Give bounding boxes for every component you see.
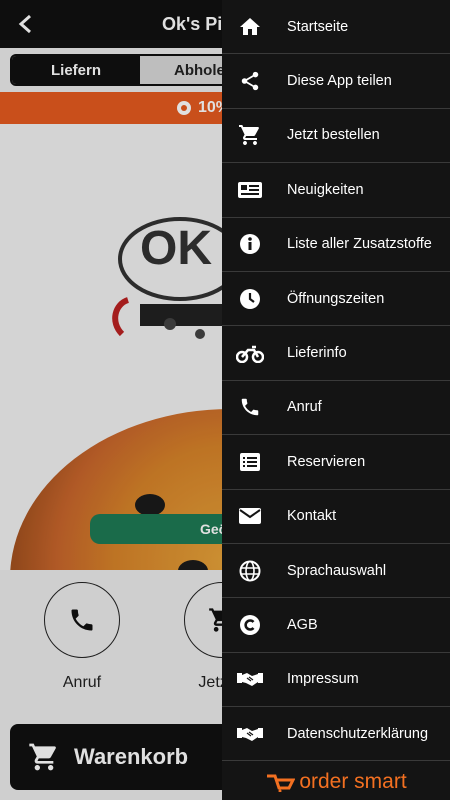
home-icon xyxy=(234,11,266,43)
info-icon xyxy=(234,228,266,260)
motorcycle-icon xyxy=(234,337,266,369)
order-smart-logo-icon xyxy=(267,774,296,792)
copyright-icon xyxy=(234,609,266,641)
menu-item-label: Diese App teilen xyxy=(287,73,392,90)
menu-item-language[interactable]: Sprachauswahl xyxy=(222,544,450,599)
menu-item-label: AGB xyxy=(287,616,318,633)
menu-item-agb[interactable]: AGB xyxy=(222,598,450,653)
menu-item-label: Öffnungszeiten xyxy=(287,290,385,307)
menu-item-label: Sprachauswahl xyxy=(287,562,387,579)
menu-item-label: Startseite xyxy=(287,18,349,35)
menu-item-label: Anruf xyxy=(287,399,322,416)
cart-icon xyxy=(234,119,266,151)
menu-item-label: Neuigkeiten xyxy=(287,181,364,198)
list-icon xyxy=(234,446,266,478)
menu-item-startseite[interactable]: Startseite xyxy=(222,0,450,55)
globe-icon xyxy=(234,555,266,587)
brand-name: order smart xyxy=(299,770,407,793)
menu-item-label: Jetzt bestellen xyxy=(287,127,380,144)
menu-item-contact[interactable]: Kontakt xyxy=(222,490,450,544)
menu-item-hours[interactable]: Öffnungszeiten xyxy=(222,272,450,327)
handshake-icon xyxy=(234,663,266,695)
navigation-drawer: Startseite Diese App teilen Jetzt bestel… xyxy=(222,0,450,800)
menu-item-impressum[interactable]: Impressum xyxy=(222,653,450,708)
menu-item-privacy[interactable]: Datenschutzerklärung xyxy=(222,707,450,762)
phone-icon xyxy=(234,391,266,423)
clock-icon xyxy=(234,283,266,315)
brand-logo: order smart xyxy=(222,764,450,800)
menu-item-label: Reservieren xyxy=(287,453,366,470)
menu-item-label: Datenschutzerklärung xyxy=(287,725,429,742)
menu-item-news[interactable]: Neuigkeiten xyxy=(222,163,450,218)
menu-item-label: Kontakt xyxy=(287,508,337,525)
menu-item-label: Liste aller Zusatzstoffe xyxy=(287,236,432,253)
share-icon xyxy=(234,65,266,97)
menu-item-label: Lieferinfo xyxy=(287,345,347,362)
menu-item-label: Impressum xyxy=(287,671,359,688)
menu-item-share[interactable]: Diese App teilen xyxy=(222,54,450,109)
news-icon xyxy=(234,174,266,206)
menu-item-delivery[interactable]: Lieferinfo xyxy=(222,326,450,381)
mail-icon xyxy=(234,500,266,532)
menu-item-reserve[interactable]: Reservieren xyxy=(222,435,450,490)
menu-item-additives[interactable]: Liste aller Zusatzstoffe xyxy=(222,218,450,272)
handshake-icon xyxy=(234,718,266,750)
menu-item-call[interactable]: Anruf xyxy=(222,381,450,436)
menu-item-order[interactable]: Jetzt bestellen xyxy=(222,109,450,164)
